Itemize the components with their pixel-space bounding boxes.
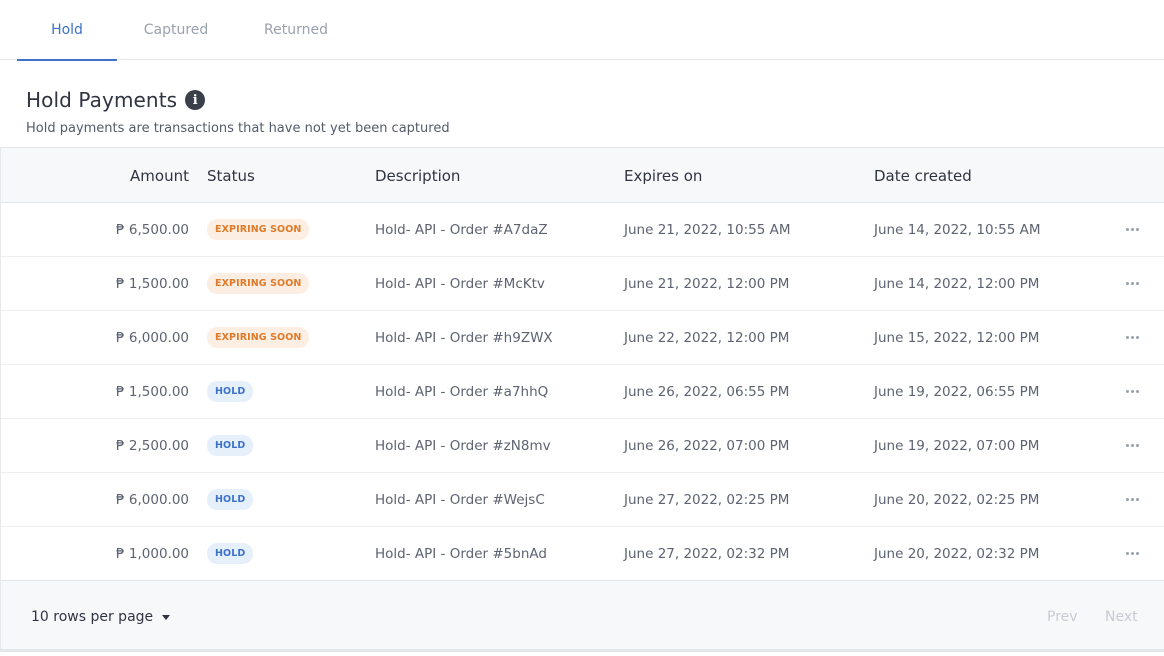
- status-badge: HOLD: [207, 489, 254, 510]
- status-badge: HOLD: [207, 435, 254, 456]
- tab-returned[interactable]: Returned: [246, 0, 346, 60]
- date-created-cell: June 14, 2022, 10:55 AM: [874, 221, 1041, 238]
- more-horizontal-icon[interactable]: [1125, 498, 1139, 501]
- amount-cell: ₱ 1,500.00: [116, 383, 189, 400]
- description-cell: Hold- API - Order #McKtv: [375, 275, 545, 292]
- status-cell: EXPIRING SOON: [207, 311, 310, 364]
- status-cell: EXPIRING SOON: [207, 257, 310, 310]
- page-subtitle: Hold payments are transactions that have…: [26, 121, 450, 136]
- status-cell: HOLD: [207, 527, 254, 580]
- status-cell: HOLD: [207, 419, 254, 472]
- amount-cell: ₱ 6,000.00: [116, 329, 189, 346]
- status-badge: EXPIRING SOON: [207, 273, 310, 294]
- row-actions-cell: [1123, 203, 1141, 256]
- date-created-cell: June 20, 2022, 02:32 PM: [874, 545, 1040, 562]
- table-row[interactable]: ₱ 2,500.00 HOLD Hold- API - Order #zN8mv Ju…: [1, 419, 1164, 473]
- date-created-cell: June 14, 2022, 12:00 PM: [874, 275, 1040, 292]
- expires-on-cell: June 26, 2022, 06:55 PM: [624, 383, 790, 400]
- column-header-date-created: Date created: [874, 167, 972, 185]
- more-horizontal-icon[interactable]: [1125, 336, 1139, 339]
- table-row[interactable]: ₱ 1,000.00 HOLD Hold- API - Order #5bnAd Ju…: [1, 527, 1164, 581]
- status-badge: EXPIRING SOON: [207, 327, 310, 348]
- page-title: Hold Payments: [26, 88, 178, 112]
- row-actions-cell: [1123, 527, 1141, 580]
- amount-cell: ₱ 2,500.00: [116, 437, 189, 454]
- table-row[interactable]: ₱ 6,500.00 EXPIRING SOON Hold- API - Order…: [1, 203, 1164, 257]
- row-actions-cell: [1123, 257, 1141, 310]
- row-actions-cell: [1123, 473, 1141, 526]
- expires-on-cell: June 22, 2022, 12:00 PM: [624, 329, 790, 346]
- date-created-cell: June 19, 2022, 07:00 PM: [874, 437, 1040, 454]
- status-cell: HOLD: [207, 365, 254, 418]
- row-actions-cell: [1123, 365, 1141, 418]
- more-horizontal-icon[interactable]: [1125, 444, 1139, 447]
- column-header-amount: Amount: [130, 167, 189, 185]
- description-cell: Hold- API - Order #WejsC: [375, 491, 545, 508]
- caret-down-icon: [162, 614, 171, 620]
- section-heading: Hold Payments i: [26, 88, 206, 112]
- more-horizontal-icon[interactable]: [1125, 282, 1139, 285]
- info-icon[interactable]: i: [185, 90, 206, 110]
- date-created-cell: June 15, 2022, 12:00 PM: [874, 329, 1040, 346]
- column-header-status: Status: [207, 167, 255, 185]
- amount-cell: ₱ 1,000.00: [116, 545, 189, 562]
- more-horizontal-icon[interactable]: [1125, 390, 1139, 393]
- description-cell: Hold- API - Order #a7hhQ: [375, 383, 549, 400]
- status-badge: HOLD: [207, 543, 254, 564]
- tab-captured[interactable]: Captured: [126, 0, 226, 60]
- expires-on-cell: June 21, 2022, 12:00 PM: [624, 275, 790, 292]
- table-header: Amount Status Description Expires on Dat…: [1, 147, 1164, 203]
- status-badge: EXPIRING SOON: [207, 219, 310, 240]
- expires-on-cell: June 26, 2022, 07:00 PM: [624, 437, 790, 454]
- tab-hold[interactable]: Hold: [17, 0, 117, 61]
- description-cell: Hold- API - Order #A7daZ: [375, 221, 548, 238]
- expires-on-cell: June 27, 2022, 02:32 PM: [624, 545, 790, 562]
- hold-payments-table: Amount Status Description Expires on Dat…: [0, 147, 1164, 581]
- description-cell: Hold- API - Order #h9ZWX: [375, 329, 553, 346]
- amount-cell: ₱ 6,000.00: [116, 491, 189, 508]
- next-page-button[interactable]: Next: [1105, 609, 1138, 625]
- table-row[interactable]: ₱ 1,500.00 EXPIRING SOON Hold- API - Order…: [1, 257, 1164, 311]
- description-cell: Hold- API - Order #5bnAd: [375, 545, 547, 562]
- column-header-description: Description: [375, 167, 461, 185]
- status-badge: HOLD: [207, 381, 254, 402]
- date-created-cell: June 19, 2022, 06:55 PM: [874, 383, 1040, 400]
- status-cell: EXPIRING SOON: [207, 203, 310, 256]
- rows-per-page-select[interactable]: 10 rows per page: [31, 609, 171, 625]
- column-header-expires-on: Expires on: [624, 167, 703, 185]
- tab-bar: Hold Captured Returned: [0, 0, 1164, 61]
- row-actions-cell: [1123, 419, 1141, 472]
- expires-on-cell: June 21, 2022, 10:55 AM: [624, 221, 791, 238]
- date-created-cell: June 20, 2022, 02:25 PM: [874, 491, 1040, 508]
- amount-cell: ₱ 1,500.00: [116, 275, 189, 292]
- more-horizontal-icon[interactable]: [1125, 552, 1139, 555]
- status-cell: HOLD: [207, 473, 254, 526]
- expires-on-cell: June 27, 2022, 02:25 PM: [624, 491, 790, 508]
- description-cell: Hold- API - Order #zN8mv: [375, 437, 551, 454]
- table-body: ₱ 6,500.00 EXPIRING SOON Hold- API - Order…: [1, 203, 1164, 581]
- table-row[interactable]: ₱ 1,500.00 HOLD Hold- API - Order #a7hhQ Ju…: [1, 365, 1164, 419]
- table-footer: 10 rows per page Prev Next: [0, 580, 1164, 652]
- rows-per-page-label: 10 rows per page: [31, 609, 154, 625]
- more-horizontal-icon[interactable]: [1125, 228, 1139, 231]
- amount-cell: ₱ 6,500.00: [116, 221, 189, 238]
- table-row[interactable]: ₱ 6,000.00 EXPIRING SOON Hold- API - Order…: [1, 311, 1164, 365]
- prev-page-button[interactable]: Prev: [1047, 609, 1078, 625]
- row-actions-cell: [1123, 311, 1141, 364]
- table-row[interactable]: ₱ 6,000.00 HOLD Hold- API - Order #WejsC Ju…: [1, 473, 1164, 527]
